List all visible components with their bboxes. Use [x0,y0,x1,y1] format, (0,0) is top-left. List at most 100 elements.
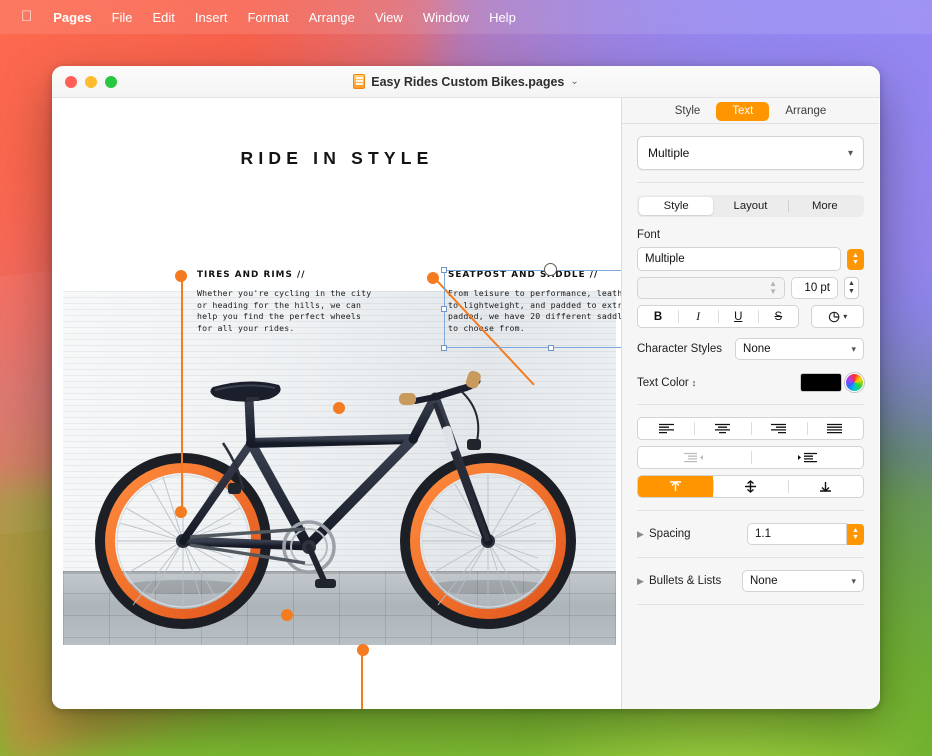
callout-dot-pedals-end[interactable] [357,644,369,656]
text-color-label: Text Color [637,377,689,389]
gear-dropdown-icon: ▾ [812,306,863,327]
tab-style[interactable]: Style [659,102,717,122]
font-family-row: Multiple ▲ ▼ [637,247,864,271]
paragraph-style-popup[interactable]: Multiple ▾ [637,136,864,170]
font-family-stepper[interactable]: ▲ ▼ [847,249,864,270]
align-center-icon [714,423,731,434]
align-left-icon [658,423,675,434]
underline-button[interactable]: U [718,306,758,327]
callout-dot-tires-end[interactable] [175,506,187,518]
document-canvas[interactable]: RIDE IN STYLE [52,98,622,709]
rotation-handle[interactable] [544,263,557,276]
character-styles-popup[interactable]: None ▾ [735,338,864,360]
apple-logo-icon[interactable]:  [10,9,43,24]
selection-handle-tl[interactable] [441,267,447,273]
typeface-field[interactable]: ▲▼ [637,277,785,299]
document-page[interactable]: RIDE IN STYLE [52,98,622,709]
text-color-swatch[interactable] [800,373,842,392]
menu-item-pages[interactable]: Pages [43,8,101,27]
minimize-button-icon[interactable] [85,76,97,88]
strikethrough-glyph: S [775,311,783,323]
strikethrough-button[interactable]: S [758,306,798,327]
close-button-icon[interactable] [65,76,77,88]
menu-item-edit[interactable]: Edit [143,8,185,27]
align-middle-icon [743,480,758,493]
subtab-more[interactable]: More [788,197,862,215]
font-style-buttons: B I U S [637,305,799,328]
decrease-indent-button[interactable] [638,447,751,468]
callout-tires-and-rims[interactable]: TIRES AND RIMS // Whether you're cycling… [197,270,412,335]
align-top-button[interactable] [638,476,713,497]
menu-item-insert[interactable]: Insert [185,8,238,27]
text-color-label-group[interactable]: Text Color ↕ [637,377,696,389]
bullets-row: ▶ Bullets & Lists None ▾ [637,570,864,592]
leader-line-tires [181,276,183,513]
align-bottom-button[interactable] [788,476,863,497]
typeface-stepper-icon: ▲▼ [769,280,777,296]
window-title-group: Easy Rides Custom Bikes.pages ⌄ [52,66,880,97]
paragraph-style-value: Multiple [648,146,689,160]
tab-arrange[interactable]: Arrange [769,102,842,122]
callout-dot-seatpost-end[interactable] [333,402,345,414]
spacing-label: Spacing [649,528,691,540]
menu-item-view[interactable]: View [365,8,413,27]
callout-heading: TIRES AND RIMS // [197,270,412,280]
window-titlebar[interactable]: Easy Rides Custom Bikes.pages ⌄ [52,66,880,98]
page-title[interactable]: RIDE IN STYLE [52,148,622,169]
format-inspector: Style Text Arrange Multiple ▾ Style Layo… [622,98,879,709]
font-more-options-button[interactable]: ▾ [811,305,864,328]
align-right-button[interactable] [751,418,807,439]
font-size-field[interactable]: 10 pt [791,277,838,299]
spacing-disclosure[interactable]: ▶ Spacing [637,528,691,540]
bullets-popup[interactable]: None ▾ [742,570,864,592]
menu-item-file[interactable]: File [102,8,143,27]
color-wheel-icon[interactable] [845,373,864,392]
menu-item-help[interactable]: Help [479,8,526,27]
bold-button[interactable]: B [638,306,678,327]
callout-dot-seatpost-top[interactable] [427,272,439,284]
indent-buttons [637,446,864,469]
underline-glyph: U [734,311,742,323]
chevron-down-icon: ▼ [852,534,859,541]
bullets-disclosure[interactable]: ▶ Bullets & Lists [637,575,721,587]
selection-handle-ml[interactable] [441,306,447,312]
align-left-button[interactable] [638,418,694,439]
menu-bar:  Pages File Edit Insert Format Arrange … [0,0,932,34]
align-justify-button[interactable] [807,418,863,439]
tab-text[interactable]: Text [716,102,769,122]
subtab-style[interactable]: Style [639,197,713,215]
italic-button[interactable]: I [678,306,718,327]
spacing-stepper[interactable]: ▲ ▼ [847,524,864,545]
updown-chevron-icon: ↕ [692,378,697,388]
pages-window: Easy Rides Custom Bikes.pages ⌄ RIDE IN … [52,66,880,709]
inspector-tabs: Style Text Arrange [622,98,879,124]
text-color-row: Text Color ↕ [637,373,864,392]
chevron-down-icon: ▾ [848,148,853,159]
selection-handle-bc[interactable] [548,345,554,351]
divider [637,557,864,558]
callout-dot-tires-top[interactable] [175,270,187,282]
spacing-field[interactable]: 1.1 [747,523,847,545]
selection-handle-bl[interactable] [441,345,447,351]
menu-item-arrange[interactable]: Arrange [299,8,365,27]
title-chevron-down-icon[interactable]: ⌄ [570,76,578,87]
character-styles-row: Character Styles None ▾ [637,338,864,360]
callout-dot-chain-end[interactable] [281,609,293,621]
menu-item-window[interactable]: Window [413,8,479,27]
font-family-field[interactable]: Multiple [637,247,841,271]
align-center-button[interactable] [694,418,750,439]
window-body: RIDE IN STYLE [52,98,880,709]
align-middle-button[interactable] [713,476,788,497]
chevron-down-icon: ▼ [852,259,859,266]
gear-icon [828,310,842,324]
increase-indent-icon [796,452,818,463]
increase-indent-button[interactable] [751,447,864,468]
decrease-indent-icon [683,452,705,463]
bullets-value: None [750,575,778,587]
subtab-layout[interactable]: Layout [713,197,787,215]
menu-item-format[interactable]: Format [237,8,298,27]
font-size-stepper[interactable]: ▲ ▼ [844,277,859,299]
bold-glyph: B [654,311,662,323]
vertical-alignment-buttons [637,475,864,498]
zoom-button-icon[interactable] [105,76,117,88]
